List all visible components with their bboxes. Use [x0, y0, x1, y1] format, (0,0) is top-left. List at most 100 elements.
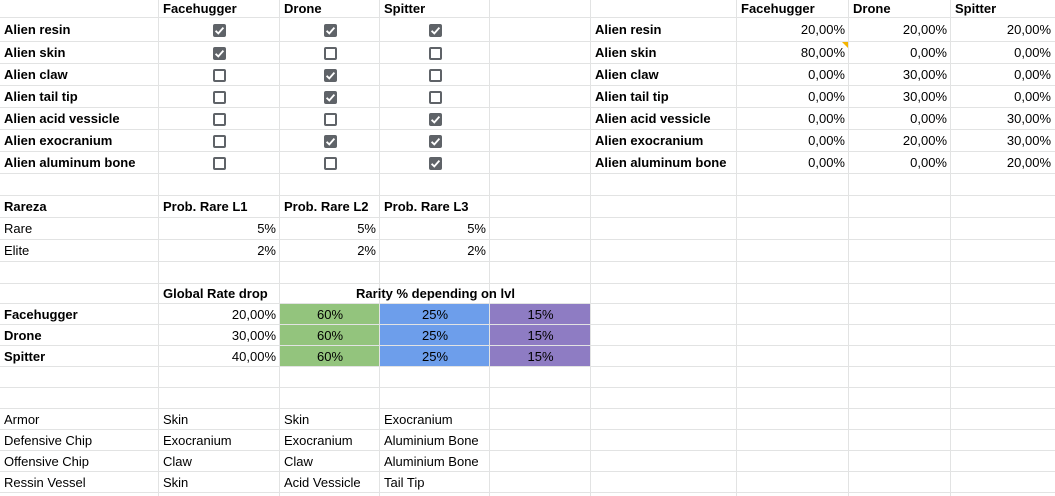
rarity-level-header[interactable]: Rarity % depending on lvl	[280, 284, 591, 304]
drop-rate-value[interactable]: 20,00%	[159, 304, 280, 325]
checkbox-checked[interactable]	[323, 68, 337, 82]
checkbox-unchecked[interactable]	[428, 90, 442, 104]
right-table-value[interactable]: 0,00%	[737, 130, 849, 152]
right-table-row-label[interactable]: Alien acid vessicle	[591, 108, 737, 130]
checkbox-checked[interactable]	[428, 23, 442, 37]
right-table-value[interactable]: 0,00%	[951, 42, 1055, 64]
item-value[interactable]: Exocranium	[280, 430, 380, 451]
drop-rate-value[interactable]: 40,00%	[159, 346, 280, 367]
checkbox-unchecked[interactable]	[428, 46, 442, 60]
right-table-value[interactable]: 20,00%	[849, 18, 951, 42]
right-table-value[interactable]: 80,00%	[737, 42, 849, 64]
checkbox-unchecked[interactable]	[213, 134, 226, 148]
rarity-level-value[interactable]: 60%	[280, 304, 380, 325]
rarity-value[interactable]: 2%	[380, 240, 490, 262]
item-value[interactable]: Claw	[280, 451, 380, 472]
right-table-value[interactable]: 0,00%	[737, 64, 849, 86]
right-table-value[interactable]: 20,00%	[951, 152, 1055, 174]
item-value[interactable]: Aluminium Bone	[380, 451, 490, 472]
rarity-level-value[interactable]: 60%	[280, 346, 380, 367]
rarity-level-value[interactable]: 25%	[380, 325, 490, 346]
right-table-value[interactable]: 0,00%	[737, 152, 849, 174]
right-table-value[interactable]: 0,00%	[849, 152, 951, 174]
drop-row-label[interactable]: Facehugger	[0, 304, 159, 325]
rarity-row-label[interactable]: Rare	[0, 218, 159, 240]
item-row-label[interactable]: Ressin Vessel	[0, 472, 159, 493]
right-table-header[interactable]: Spitter	[951, 0, 1055, 18]
drop-row-label[interactable]: Spitter	[0, 346, 159, 367]
checkbox-checked[interactable]	[213, 23, 226, 37]
checkbox-checked[interactable]	[428, 134, 442, 148]
right-table-value[interactable]: 30,00%	[951, 130, 1055, 152]
drop-row-label[interactable]: Drone	[0, 325, 159, 346]
item-row-label[interactable]: Defensive Chip	[0, 430, 159, 451]
item-value[interactable]: Aluminium Bone	[380, 430, 490, 451]
rarity-level-value[interactable]: 25%	[380, 304, 490, 325]
rarity-level-value[interactable]: 15%	[490, 304, 591, 325]
rarity-header[interactable]: Prob. Rare L2	[280, 196, 380, 218]
item-value[interactable]: Skin	[159, 472, 280, 493]
right-table-row-label[interactable]: Alien claw	[591, 64, 737, 86]
left-table-row-label[interactable]: Alien tail tip	[0, 86, 159, 108]
item-value[interactable]: Claw	[159, 451, 280, 472]
checkbox-checked[interactable]	[323, 90, 337, 104]
spreadsheet-grid[interactable]: Facehugger Drone Spitter Alien resin Alien s…	[0, 0, 1055, 496]
rarity-level-value[interactable]: 60%	[280, 325, 380, 346]
checkbox-checked[interactable]	[213, 46, 226, 60]
rarity-row-label[interactable]: Elite	[0, 240, 159, 262]
checkbox-unchecked[interactable]	[213, 68, 226, 82]
right-table-row-label[interactable]: Alien aluminum bone	[591, 152, 737, 174]
right-table-value[interactable]: 0,00%	[849, 108, 951, 130]
item-value[interactable]: Skin	[159, 409, 280, 430]
item-value[interactable]: Tail Tip	[380, 472, 490, 493]
checkbox-unchecked[interactable]	[213, 112, 226, 126]
left-table-row-label[interactable]: Alien aluminum bone	[0, 152, 159, 174]
left-table-row-label[interactable]: Alien acid vessicle	[0, 108, 159, 130]
drop-rate-value[interactable]: 30,00%	[159, 325, 280, 346]
left-table-header[interactable]: Drone	[280, 0, 380, 18]
checkbox-unchecked[interactable]	[428, 68, 442, 82]
left-table-header[interactable]: Spitter	[380, 0, 490, 18]
checkbox-checked[interactable]	[428, 112, 442, 126]
checkbox-unchecked[interactable]	[323, 112, 337, 126]
checkbox-unchecked[interactable]	[213, 156, 226, 170]
right-table-value[interactable]: 30,00%	[951, 108, 1055, 130]
right-table-value[interactable]: 20,00%	[737, 18, 849, 42]
comment-indicator[interactable]	[842, 42, 848, 48]
left-table-row-label[interactable]: Alien claw	[0, 64, 159, 86]
right-table-row-label[interactable]: Alien skin	[591, 42, 737, 64]
left-table-row-label[interactable]: Alien skin	[0, 42, 159, 64]
right-table-row-label[interactable]: Alien tail tip	[591, 86, 737, 108]
left-table-header[interactable]: Facehugger	[159, 0, 280, 18]
right-table-value[interactable]: 30,00%	[849, 64, 951, 86]
checkbox-checked[interactable]	[323, 23, 337, 37]
left-table-row-label[interactable]: Alien exocranium	[0, 130, 159, 152]
rarity-header[interactable]: Prob. Rare L1	[159, 196, 280, 218]
right-table-value[interactable]: 20,00%	[951, 18, 1055, 42]
right-table-value[interactable]: 0,00%	[951, 86, 1055, 108]
checkbox-unchecked[interactable]	[323, 46, 337, 60]
rarity-level-value[interactable]: 15%	[490, 346, 591, 367]
checkbox-unchecked[interactable]	[213, 90, 226, 104]
item-value[interactable]: Exocranium	[380, 409, 490, 430]
rarity-value[interactable]: 5%	[159, 218, 280, 240]
right-table-value[interactable]: 0,00%	[737, 108, 849, 130]
rarity-header[interactable]: Prob. Rare L3	[380, 196, 490, 218]
item-value[interactable]: Acid Vessicle	[280, 472, 380, 493]
item-row-label[interactable]: Offensive Chip	[0, 451, 159, 472]
rarity-value[interactable]: 5%	[380, 218, 490, 240]
right-table-header[interactable]: Drone	[849, 0, 951, 18]
item-value[interactable]: Exocranium	[159, 430, 280, 451]
drop-rate-header[interactable]: Global Rate drop	[159, 284, 280, 304]
right-table-row-label[interactable]: Alien resin	[591, 18, 737, 42]
right-table-row-label[interactable]: Alien exocranium	[591, 130, 737, 152]
checkbox-checked[interactable]	[428, 156, 442, 170]
right-table-value[interactable]: 0,00%	[849, 42, 951, 64]
checkbox-unchecked[interactable]	[323, 156, 337, 170]
rarity-level-value[interactable]: 15%	[490, 325, 591, 346]
checkbox-checked[interactable]	[323, 134, 337, 148]
rarity-level-value[interactable]: 25%	[380, 346, 490, 367]
rarity-value[interactable]: 5%	[280, 218, 380, 240]
item-value[interactable]: Skin	[280, 409, 380, 430]
item-row-label[interactable]: Armor	[0, 409, 159, 430]
